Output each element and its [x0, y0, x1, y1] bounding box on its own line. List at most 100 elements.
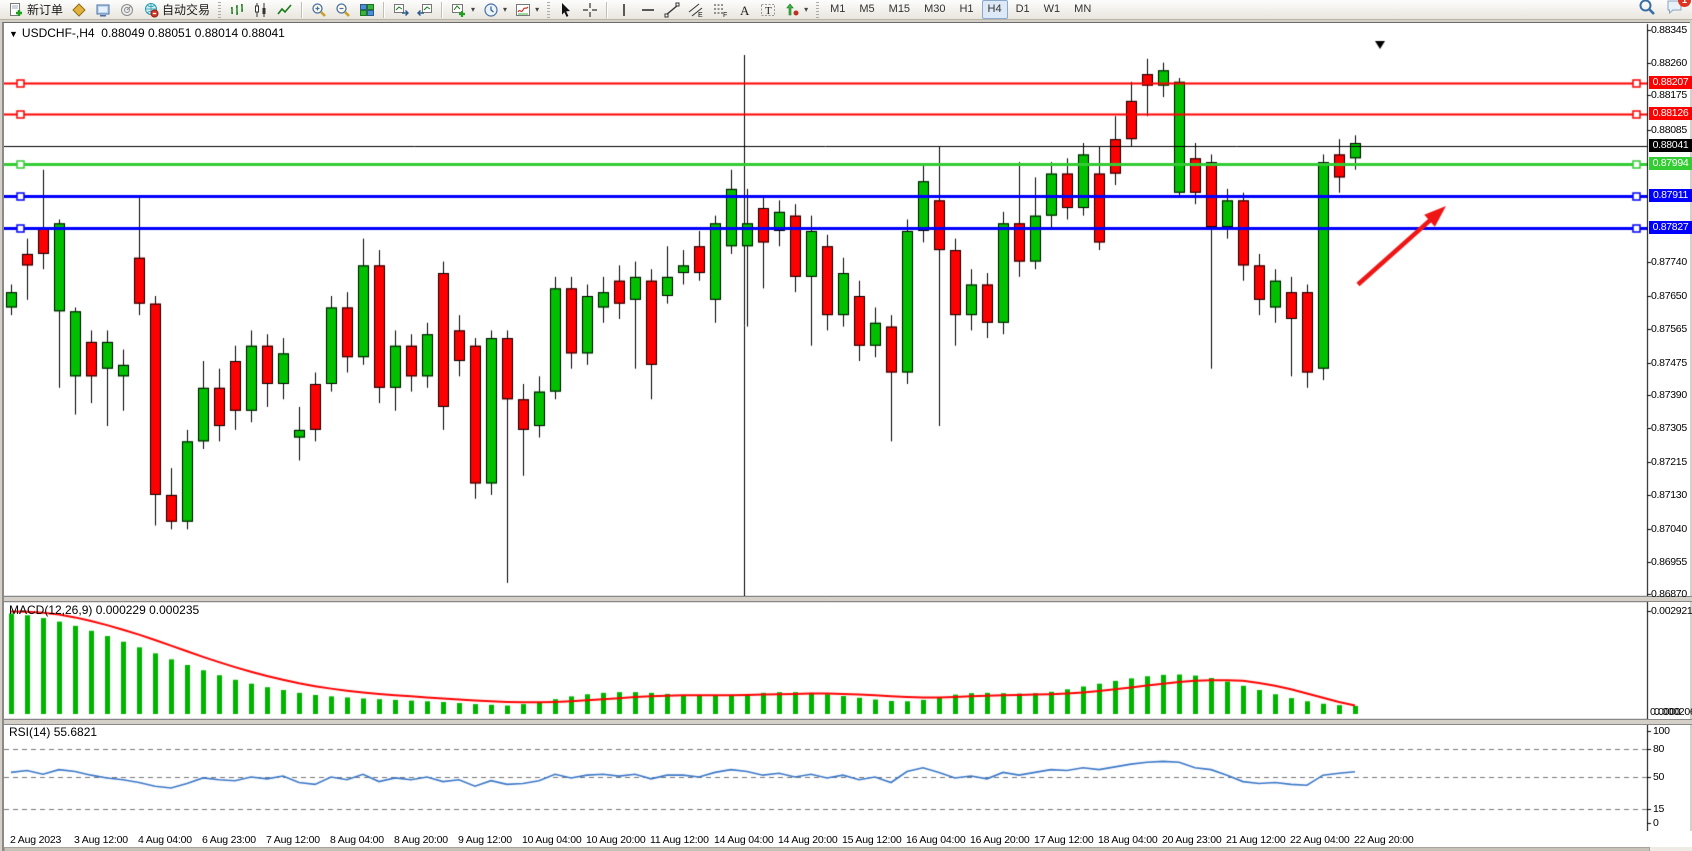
bar-chart-mode-button[interactable] [225, 0, 249, 20]
chart-close-value: 0.88041 [241, 26, 284, 40]
line-chart-mode-button[interactable] [273, 0, 297, 20]
price-tick-label: 0.87390 [1651, 389, 1687, 401]
chart-menu-triangle-icon[interactable]: ▼ [9, 29, 18, 39]
trendline-tool-button[interactable] [660, 0, 684, 20]
tile-windows-button[interactable] [355, 0, 379, 20]
cursor-tool-button[interactable] [554, 0, 578, 20]
horizontal-scrollbar[interactable] [4, 847, 1692, 851]
arrows-tool-button[interactable]: ▾ [780, 0, 812, 20]
time-axis-label: 21 Aug 12:00 [1226, 834, 1286, 846]
search-icon[interactable] [1638, 0, 1656, 21]
new-chart-button[interactable]: ▾ [447, 0, 479, 20]
template-button[interactable]: ▾ [511, 0, 543, 20]
text-label-tool-button[interactable]: T [756, 0, 780, 20]
price-line-tag: 0.88207 [1649, 76, 1692, 89]
price-tick-label: 0.88260 [1651, 57, 1687, 69]
market-watch-icon [71, 2, 87, 18]
line-chart-mode-icon [277, 2, 293, 18]
price-tick-label: 0.86870 [1651, 588, 1687, 600]
dropdown-caret-icon[interactable]: ▾ [535, 5, 539, 14]
new-chart-icon [451, 2, 467, 18]
timeframe-button-m30[interactable]: M30 [918, 0, 951, 19]
svg-text:T: T [765, 5, 772, 17]
dock-chart-button[interactable] [413, 0, 437, 20]
time-axis-label: 18 Aug 04:00 [1098, 834, 1158, 846]
zoom-out-button[interactable] [331, 0, 355, 20]
trendline-tool-icon [664, 2, 680, 18]
auto-trading-button-label: 自动交易 [162, 1, 210, 18]
chart-canvas[interactable] [4, 23, 1690, 850]
time-axis-label: 4 Aug 04:00 [138, 834, 192, 846]
strategy-tester-icon [119, 2, 135, 18]
fibonacci-tool-button[interactable]: F [708, 0, 732, 20]
fibonacci-tool-icon: F [712, 2, 728, 18]
timeframe-button-w1[interactable]: W1 [1038, 0, 1067, 19]
zoom-in-icon [311, 2, 327, 18]
price-line-tag: 0.87827 [1649, 221, 1692, 234]
time-axis-label: 14 Aug 04:00 [714, 834, 774, 846]
time-axis-label: 22 Aug 04:00 [1290, 834, 1350, 846]
candlestick-mode-button[interactable] [249, 0, 273, 20]
timeframe-button-m1[interactable]: M1 [824, 0, 851, 19]
dropdown-caret-icon[interactable]: ▾ [503, 5, 507, 14]
time-axis-label: 8 Aug 04:00 [330, 834, 384, 846]
auto-arrange-button[interactable] [389, 0, 413, 20]
price-tick-label: 0.88345 [1651, 24, 1687, 36]
pane-splitter[interactable] [4, 719, 1692, 725]
timeframe-button-d1[interactable]: D1 [1010, 0, 1036, 19]
text-tool-icon: A [736, 2, 752, 18]
macd-axis-label: 0.000206 [1654, 706, 1692, 718]
scrollbar-thumb[interactable] [4, 847, 1650, 851]
channel-tool-button[interactable]: E [684, 0, 708, 20]
periods-icon [483, 2, 499, 18]
vertical-line-tool-button[interactable] [612, 0, 636, 20]
data-window-button[interactable] [91, 0, 115, 20]
toolbar-grip [547, 2, 550, 18]
rsi-axis-label: 15 [1653, 803, 1664, 815]
timeframe-button-mn[interactable]: MN [1068, 0, 1097, 19]
new-order-icon [8, 2, 24, 18]
bar-chart-mode-icon [229, 2, 245, 18]
auto-trading-icon [143, 2, 159, 18]
toolbar: 新订单 自动交易 ▾ ▾ ▾ E F A T ▾ M1M5M15M30H1H4D1W1MN 1 [0, 0, 1692, 20]
auto-trading-button[interactable]: 自动交易 [139, 0, 214, 20]
crosshair-tool-button[interactable] [578, 0, 602, 20]
horizontal-line-tool-button[interactable] [636, 0, 660, 20]
price-tick-label: 0.87740 [1651, 256, 1687, 268]
rsi-indicator-label: RSI(14) 55.6821 [9, 725, 97, 739]
zoom-in-button[interactable] [307, 0, 331, 20]
time-axis-label: 20 Aug 23:00 [1162, 834, 1222, 846]
time-axis-label: 9 Aug 12:00 [458, 834, 512, 846]
price-line-tag: 0.87994 [1649, 157, 1692, 170]
dropdown-caret-icon[interactable]: ▾ [804, 5, 808, 14]
horizontal-line-tool-icon [640, 2, 656, 18]
notifications-icon[interactable]: 1 [1666, 0, 1684, 20]
timeframe-button-m5[interactable]: M5 [853, 0, 880, 19]
chart-window: ▼USDCHF-,H4 0.88049 0.88051 0.88014 0.88… [2, 22, 1690, 851]
timeframe-button-m15[interactable]: M15 [883, 0, 916, 19]
tile-windows-icon [359, 2, 375, 18]
periods-button[interactable]: ▾ [479, 0, 511, 20]
auto-arrange-icon [393, 2, 409, 18]
price-tick-label: 0.86955 [1651, 556, 1687, 568]
pane-splitter[interactable] [4, 596, 1692, 602]
new-order-button[interactable]: 新订单 [4, 0, 67, 20]
dropdown-caret-icon[interactable]: ▾ [471, 5, 475, 14]
cursor-tool-icon [558, 2, 574, 18]
price-tick-label: 0.87565 [1651, 323, 1687, 335]
market-watch-button[interactable] [67, 0, 91, 20]
svg-text:F: F [723, 12, 727, 18]
chart-open-value: 0.88049 [101, 26, 144, 40]
time-axis-label: 2 Aug 2023 [10, 834, 61, 846]
rsi-axis-label: 80 [1653, 743, 1664, 755]
price-tick-label: 0.87215 [1651, 456, 1687, 468]
candlestick-mode-icon [253, 2, 269, 18]
toolbar-grip [816, 2, 819, 18]
strategy-tester-button[interactable] [115, 0, 139, 20]
timeframe-button-h1[interactable]: H1 [953, 0, 979, 19]
text-tool-button[interactable]: A [732, 0, 756, 20]
price-tick-label: 0.87650 [1651, 290, 1687, 302]
price-tick-label: 0.87040 [1651, 523, 1687, 535]
timeframe-button-h4[interactable]: H4 [982, 0, 1008, 19]
price-line-tag: 0.88126 [1649, 107, 1692, 120]
